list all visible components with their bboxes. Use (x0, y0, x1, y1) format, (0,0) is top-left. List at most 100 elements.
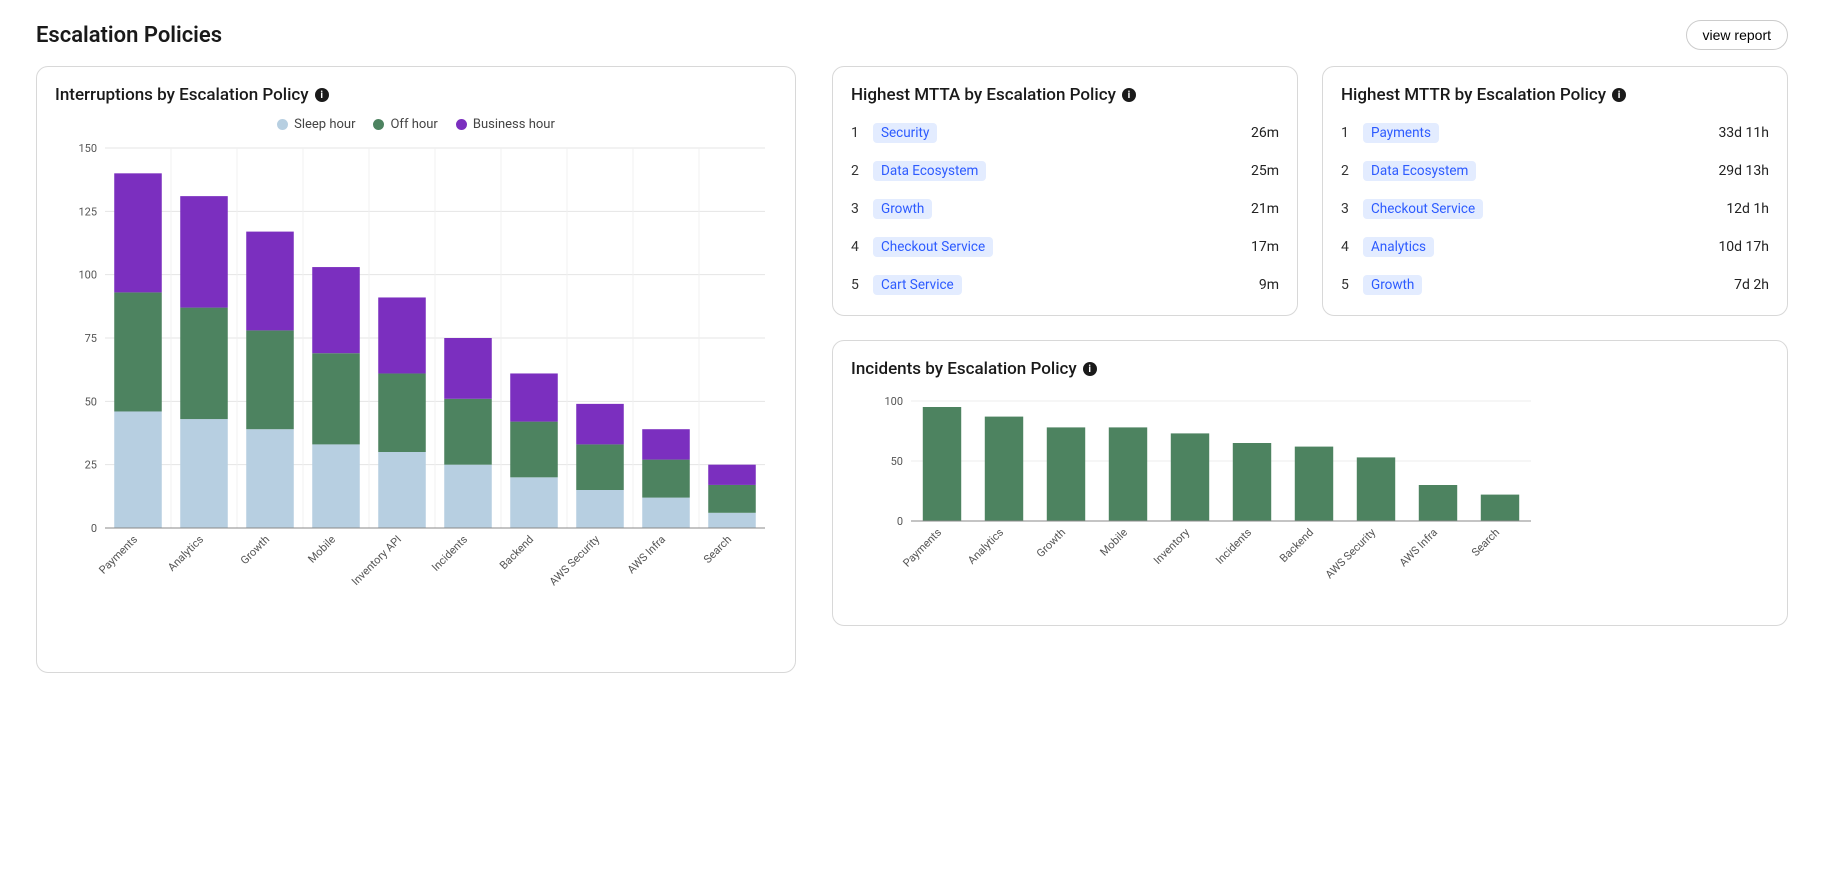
rank-value: 7d 2h (1734, 277, 1769, 293)
interruptions-legend: Sleep hour Off hour Business hour (55, 117, 777, 132)
bar (923, 407, 961, 521)
bar-segment (180, 196, 228, 307)
svg-text:150: 150 (78, 142, 97, 155)
interruptions-chart: 0255075100125150PaymentsAnalyticsGrowthM… (55, 138, 777, 652)
bar (1357, 457, 1395, 521)
bar (1481, 495, 1519, 521)
svg-text:Analytics: Analytics (165, 533, 206, 574)
rank-number: 3 (851, 201, 863, 217)
bar (1295, 447, 1333, 521)
svg-text:Mobile: Mobile (1097, 526, 1130, 559)
bar-segment (444, 338, 492, 399)
bar (1047, 427, 1085, 521)
svg-text:0: 0 (897, 515, 903, 528)
bar-segment (708, 513, 756, 528)
bar-segment (246, 232, 294, 331)
svg-text:AWS Security: AWS Security (1323, 525, 1379, 581)
bar-segment (642, 460, 690, 498)
bar (1233, 443, 1271, 521)
rank-value: 12d 1h (1726, 201, 1769, 217)
mttr-card: Highest MTTR by Escalation Policy i 1Pay… (1322, 66, 1788, 316)
rank-number: 3 (1341, 201, 1353, 217)
svg-text:100: 100 (884, 395, 903, 408)
svg-text:Inventory: Inventory (1151, 525, 1193, 567)
bar-segment (312, 267, 360, 353)
policy-tag[interactable]: Security (873, 123, 937, 143)
bar-segment (510, 422, 558, 478)
policy-tag[interactable]: Data Ecosystem (1363, 161, 1476, 181)
incidents-chart: 0 50 100 Payments Analytics Growth Mobile Inven… (851, 391, 1769, 605)
svg-text:50: 50 (891, 455, 903, 468)
view-report-button[interactable]: view report (1686, 20, 1788, 50)
svg-text:AWS Infra: AWS Infra (625, 533, 668, 576)
rank-number: 5 (851, 277, 863, 293)
info-icon[interactable]: i (315, 88, 329, 102)
rank-row: 4Analytics10d 17h (1341, 237, 1769, 257)
bar-segment (444, 465, 492, 528)
bar-segment (642, 429, 690, 459)
bar-segment (246, 330, 294, 429)
bar-segment (114, 292, 162, 411)
rank-value: 25m (1251, 163, 1279, 179)
rank-number: 1 (1341, 125, 1353, 141)
svg-text:Payments: Payments (900, 526, 944, 570)
bar-segment (246, 429, 294, 528)
mttr-list: 1Payments33d 11h2Data Ecosystem29d 13h3C… (1341, 123, 1769, 295)
bar-segment (180, 419, 228, 528)
bar-segment (378, 297, 426, 373)
bar-segment (576, 404, 624, 445)
rank-value: 21m (1251, 201, 1279, 217)
info-icon[interactable]: i (1612, 88, 1626, 102)
policy-tag[interactable]: Checkout Service (1363, 199, 1483, 219)
policy-tag[interactable]: Analytics (1363, 237, 1434, 257)
svg-text:Growth: Growth (238, 533, 272, 567)
svg-text:50: 50 (85, 395, 97, 408)
policy-tag[interactable]: Growth (1363, 275, 1422, 295)
rank-number: 4 (851, 239, 863, 255)
svg-text:Incidents: Incidents (1213, 526, 1254, 567)
bar-segment (114, 411, 162, 528)
svg-text:100: 100 (78, 269, 97, 282)
info-icon[interactable]: i (1083, 362, 1097, 376)
page-title: Escalation Policies (36, 23, 222, 48)
rank-row: 2Data Ecosystem29d 13h (1341, 161, 1769, 181)
bar (1419, 485, 1457, 521)
bar-segment (378, 452, 426, 528)
incidents-title: Incidents by Escalation Policy (851, 359, 1077, 379)
rank-row: 3 Checkout Service 12d 1h (1341, 199, 1769, 219)
bar (985, 417, 1023, 521)
info-icon[interactable]: i (1122, 88, 1136, 102)
policy-tag[interactable]: Checkout Service (873, 237, 993, 257)
policy-tag[interactable]: Payments (1363, 123, 1439, 143)
rank-value: 9m (1259, 277, 1279, 293)
swatch-off (373, 119, 384, 130)
svg-text:Backend: Backend (497, 533, 536, 572)
svg-text:75: 75 (85, 332, 97, 345)
policy-tag[interactable]: Data Ecosystem (873, 161, 986, 181)
bar-segment (510, 477, 558, 528)
svg-text:0: 0 (91, 522, 97, 535)
bar-segment (312, 444, 360, 528)
interruptions-title: Interruptions by Escalation Policy (55, 85, 309, 105)
policy-tag[interactable]: Growth (873, 199, 932, 219)
rank-number: 2 (1341, 163, 1353, 179)
svg-text:Backend: Backend (1277, 526, 1316, 565)
rank-value: 17m (1251, 239, 1279, 255)
bar-segment (312, 353, 360, 444)
mtta-title: Highest MTTA by Escalation Policy (851, 85, 1116, 105)
svg-text:Payments: Payments (96, 533, 140, 577)
rank-row: 5 Growth 7d 2h (1341, 275, 1769, 295)
mtta-card: Highest MTTA by Escalation Policy i 1Sec… (832, 66, 1298, 316)
svg-text:Growth: Growth (1034, 526, 1068, 560)
incidents-card: Incidents by Escalation Policy i 0 50 100 P… (832, 340, 1788, 626)
policy-tag[interactable]: Cart Service (873, 275, 962, 295)
rank-number: 5 (1341, 277, 1353, 293)
svg-text:Analytics: Analytics (965, 526, 1006, 567)
svg-text:125: 125 (78, 205, 97, 218)
rank-row: 1Payments33d 11h (1341, 123, 1769, 143)
bar-segment (576, 444, 624, 490)
svg-text:AWS Infra: AWS Infra (1397, 526, 1440, 569)
svg-text:Inventory API: Inventory API (349, 533, 404, 588)
bar-segment (708, 485, 756, 513)
rank-row: 4 Checkout Service 17m (851, 237, 1279, 257)
